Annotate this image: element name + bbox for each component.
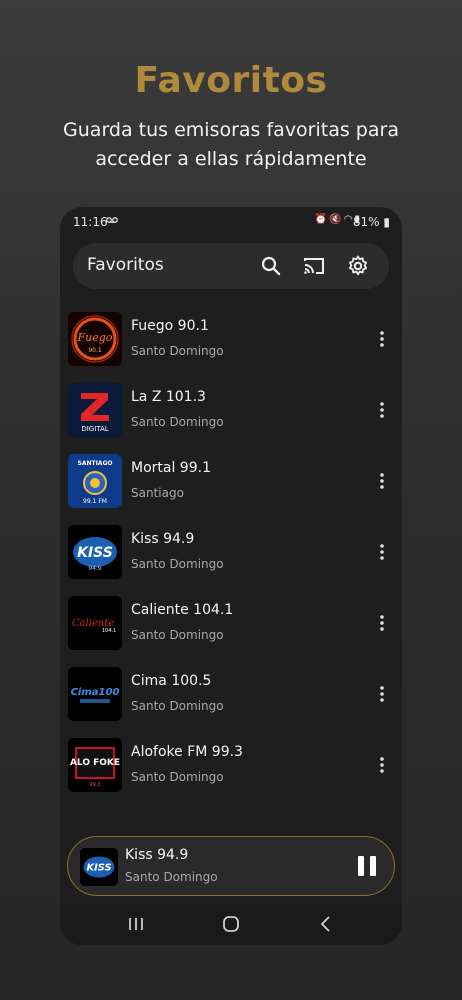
app-bar: Favoritos	[73, 243, 389, 289]
station-city: Santo Domingo	[131, 699, 224, 713]
phone-screen: 11:16 ⏰🔇◠▮ 81% ▮ Favoritos Fuego 90.1 Fue…	[60, 207, 402, 945]
promo-title: Favoritos	[134, 60, 328, 101]
station-row[interactable]: SANTIAGO 99.1 FM Mortal 99.1 Santiago	[60, 449, 402, 520]
station-logo: Fuego 90.1	[68, 312, 122, 366]
alarm-icon: ⏰	[314, 214, 330, 225]
station-row[interactable]: ALO FOKE 99.3 Alofoke FM 99.3 Santo Domin…	[60, 733, 402, 804]
station-name: Cima 100.5	[131, 673, 212, 689]
recents-icon[interactable]	[124, 912, 148, 936]
back-icon[interactable]	[314, 912, 338, 936]
battery-icon: ▮	[379, 215, 390, 229]
station-name: Mortal 99.1	[131, 460, 211, 476]
station-name: Alofoke FM 99.3	[131, 744, 243, 760]
station-name: La Z 101.3	[131, 389, 206, 405]
promo-subtitle-line2: acceder a ellas rápidamente	[95, 148, 367, 170]
now-playing-logo: KISS	[80, 848, 118, 886]
logo-text: DIGITAL	[81, 425, 108, 433]
logo-text: KISS	[86, 863, 111, 874]
more-options-icon[interactable]	[374, 682, 390, 706]
station-logo: DIGITAL	[68, 383, 122, 437]
home-icon[interactable]	[219, 912, 243, 936]
now-playing-city: Santo Domingo	[125, 870, 218, 884]
cast-icon[interactable]	[302, 254, 326, 278]
station-logo: Cima100	[68, 667, 122, 721]
station-logo: ALO FOKE 99.3	[68, 738, 122, 792]
more-options-icon[interactable]	[374, 398, 390, 422]
now-playing-name: Kiss 94.9	[125, 847, 189, 863]
svg-text:99.1 FM: 99.1 FM	[83, 498, 107, 505]
station-row[interactable]: Fuego 90.1 Fuego 90.1 Santo Domingo	[60, 307, 402, 378]
battery-level: 81% ▮	[352, 215, 390, 229]
station-name: Caliente 104.1	[131, 602, 234, 618]
station-row[interactable]: KISS 94.9 Kiss 94.9 Santo Domingo	[60, 520, 402, 591]
more-options-icon[interactable]	[374, 753, 390, 777]
logo-text: Cima100	[71, 687, 120, 698]
more-options-icon[interactable]	[374, 469, 390, 493]
station-name: Fuego 90.1	[131, 318, 209, 334]
pause-icon[interactable]	[358, 856, 378, 878]
station-row[interactable]: DIGITAL La Z 101.3 Santo Domingo	[60, 378, 402, 449]
logo-text: SANTIAGO	[78, 460, 113, 467]
promo-subtitle: Guarda tus emisoras favoritas para acced…	[30, 116, 432, 174]
more-options-icon[interactable]	[374, 611, 390, 635]
search-icon[interactable]	[259, 254, 283, 278]
station-city: Santo Domingo	[131, 770, 224, 784]
logo-text: Fuego	[77, 331, 113, 344]
mute-icon: 🔇	[329, 214, 344, 225]
station-city: Santo Domingo	[131, 628, 224, 642]
logo-text: ALO FOKE	[70, 758, 120, 768]
station-city: Santo Domingo	[131, 557, 224, 571]
system-nav-bar	[60, 904, 402, 945]
station-city: Santo Domingo	[131, 344, 224, 358]
more-options-icon[interactable]	[374, 540, 390, 564]
station-logo: KISS 94.9	[68, 525, 122, 579]
svg-text:90.1: 90.1	[88, 347, 102, 354]
station-logo: SANTIAGO 99.1 FM	[68, 454, 122, 508]
status-time: 11:16	[73, 215, 108, 229]
settings-icon[interactable]	[346, 254, 370, 278]
station-logo: Caliente 104.1	[68, 596, 122, 650]
voicemail-icon	[106, 214, 118, 227]
station-row[interactable]: Cima100 Cima 100.5 Santo Domingo	[60, 662, 402, 733]
favorites-list: Fuego 90.1 Fuego 90.1 Santo Domingo DIGIT…	[60, 307, 402, 804]
promo-subtitle-line1: Guarda tus emisoras favoritas para	[63, 119, 399, 141]
more-options-icon[interactable]	[374, 327, 390, 351]
now-playing-bar[interactable]: KISS Kiss 94.9 Santo Domingo	[67, 836, 395, 896]
svg-text:99.3: 99.3	[89, 782, 100, 788]
svg-text:104.1: 104.1	[102, 628, 116, 634]
station-row[interactable]: Caliente 104.1 Caliente 104.1 Santo Domin…	[60, 591, 402, 662]
station-city: Santo Domingo	[131, 415, 224, 429]
station-name: Kiss 94.9	[131, 531, 195, 547]
svg-text:94.9: 94.9	[88, 565, 102, 572]
logo-text: KISS	[77, 545, 113, 561]
status-bar: 11:16 ⏰🔇◠▮ 81% ▮	[60, 207, 402, 237]
station-city: Santiago	[131, 486, 184, 500]
app-bar-title: Favoritos	[87, 255, 164, 275]
